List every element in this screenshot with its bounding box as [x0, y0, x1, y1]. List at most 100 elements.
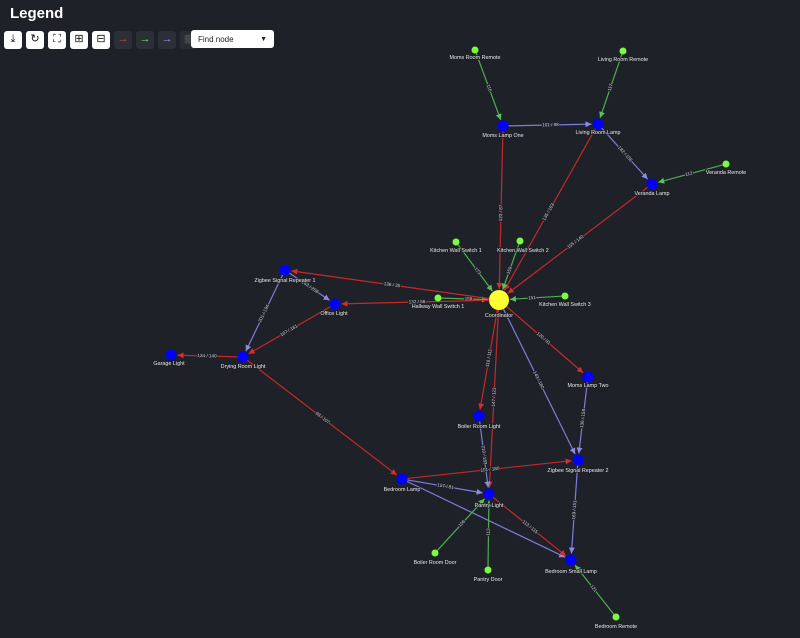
- link-label: 112: [685, 170, 694, 177]
- node-office-light[interactable]: Office Light: [320, 298, 349, 318]
- node-moms-room-remote[interactable]: Moms Room Remote: [449, 46, 501, 62]
- node-label: Veranda Remote: [706, 170, 746, 176]
- links-layer: 116 117 101 / 98 182 / 155 112 123 / 87 135 / …: [177, 53, 723, 615]
- node-circle[interactable]: [165, 349, 177, 361]
- node-circle[interactable]: [497, 120, 509, 132]
- node-label: Coordinator: [485, 313, 513, 319]
- nodes-layer: Coordinator Moms Room Remote Living Room R…: [153, 46, 747, 631]
- node-circle[interactable]: [279, 264, 291, 276]
- node-label: Living Room Lamp: [576, 130, 621, 136]
- node-label: Zigbee Signal Repeater 1: [254, 278, 315, 284]
- node-living-room-lamp[interactable]: Living Room Lamp: [575, 118, 621, 137]
- node-label: Living Room Remote: [598, 57, 648, 63]
- node-label: Kitchen Wall Switch 3: [539, 302, 591, 308]
- link-label: 117: [607, 83, 614, 92]
- link-label: 151: [528, 295, 536, 300]
- node-circle[interactable]: [396, 473, 408, 485]
- node-boiler-room-door[interactable]: Boiler Room Door: [413, 549, 457, 567]
- node-circle[interactable]: [237, 351, 249, 363]
- node-label: Kitchen Wall Switch 2: [497, 248, 549, 254]
- node-kitchen-wall-switch-2[interactable]: Kitchen Wall Switch 2: [496, 237, 550, 255]
- link-label: 135 / 183: [541, 202, 555, 222]
- node-drying-room-light[interactable]: Drying Room Light: [220, 351, 267, 371]
- node-moms-lamp-one[interactable]: Moms Lamp One: [482, 120, 524, 140]
- link-label: 123 / 87: [498, 204, 503, 221]
- node-bedroom-small-lamp[interactable]: Bedroom Small Lamp: [544, 554, 598, 576]
- node-circle[interactable]: [452, 238, 460, 246]
- link-label: 182 / 155: [617, 145, 634, 163]
- node-bedroom-lamp[interactable]: Bedroom Lamp: [383, 473, 421, 494]
- network-graph[interactable]: 116 117 101 / 98 182 / 155 112 123 / 87 135 / …: [0, 0, 800, 638]
- node-pantry-door[interactable]: Pantry Door: [473, 566, 503, 584]
- link-label: 167 / 161: [279, 323, 298, 337]
- node-bedroom-remote[interactable]: Bedroom Remote: [594, 613, 638, 631]
- node-kitchen-wall-switch-1[interactable]: Kitchen Wall Switch 1: [429, 238, 483, 255]
- link-label: 147 / 123: [491, 387, 497, 407]
- node-zigbee-repeater-1[interactable]: Zigbee Signal Repeater 1: [254, 264, 316, 285]
- node-circle[interactable]: [565, 554, 577, 566]
- node-circle[interactable]: [489, 290, 509, 310]
- node-label: Office Light: [320, 311, 348, 317]
- node-label: Pantry Door: [474, 577, 503, 583]
- node-moms-lamp-two[interactable]: Moms Lamp Two: [567, 371, 609, 390]
- node-label: Boiler Room Light: [458, 424, 501, 430]
- node-label: Moms Lamp Two: [568, 383, 609, 389]
- node-label: Garage Light: [153, 361, 185, 367]
- node-circle[interactable]: [473, 410, 485, 422]
- node-garage-light[interactable]: Garage Light: [153, 349, 186, 368]
- link-label: 159: [506, 266, 513, 275]
- node-label: Moms Lamp One: [482, 133, 523, 139]
- node-circle[interactable]: [646, 178, 658, 190]
- node-living-room-remote[interactable]: Living Room Remote: [597, 47, 649, 64]
- node-label: Hallway Wall Switch 1: [412, 304, 465, 310]
- link-label: 120 / 81: [536, 331, 552, 346]
- node-label: Moms Room Remote: [450, 55, 501, 61]
- node-label: Kitchen Wall Switch 1: [430, 248, 482, 254]
- node-circle[interactable]: [484, 566, 492, 574]
- node-circle[interactable]: [612, 613, 620, 621]
- link-label: 157 / 81: [437, 482, 455, 490]
- node-circle[interactable]: [434, 294, 442, 302]
- link-label: 210 / 183: [481, 445, 488, 465]
- node-circle[interactable]: [516, 237, 524, 245]
- node-circle[interactable]: [582, 371, 594, 383]
- link-label: 136 / 159: [579, 408, 586, 428]
- link-label: 113: [486, 528, 491, 536]
- node-label: Boiler Room Door: [414, 560, 457, 566]
- link-label: 143 / 180: [532, 370, 545, 390]
- node-circle[interactable]: [572, 454, 584, 466]
- node-coordinator[interactable]: Coordinator: [484, 290, 514, 320]
- node-boiler-room-light[interactable]: Boiler Room Light: [457, 410, 502, 431]
- node-kitchen-wall-switch-3[interactable]: Kitchen Wall Switch 3: [538, 292, 592, 309]
- link-label: 201 / 194: [257, 303, 270, 323]
- node-label: Bedroom Small Lamp: [545, 569, 597, 575]
- link-label: 116 / 111: [485, 348, 493, 367]
- link-label: 121: [589, 584, 598, 593]
- node-circle[interactable]: [471, 46, 479, 54]
- node-circle[interactable]: [619, 47, 627, 55]
- node-label: Drying Room Light: [221, 364, 266, 370]
- link-label: 134 / 140: [197, 353, 217, 359]
- node-label: Zigbee Signal Repeater 2: [547, 468, 608, 474]
- node-zigbee-repeater-2[interactable]: Zigbee Signal Repeater 2: [547, 454, 609, 475]
- node-circle[interactable]: [722, 160, 730, 168]
- link-label: 98 / 107: [315, 411, 332, 425]
- node-label: Bedroom Remote: [595, 624, 637, 630]
- link-label: 116: [486, 84, 493, 93]
- link-label: 101 / 180: [480, 466, 500, 473]
- node-pantry-light[interactable]: Pantry Light: [474, 488, 505, 510]
- link-label: 169 / 151: [571, 500, 577, 520]
- link-label: 101 / 98: [542, 122, 559, 127]
- node-label: Bedroom Lamp: [384, 487, 421, 493]
- node-label: Veranda Lamp: [634, 191, 669, 197]
- node-circle[interactable]: [592, 118, 604, 130]
- node-circle[interactable]: [329, 298, 341, 310]
- node-circle[interactable]: [431, 549, 439, 557]
- node-circle[interactable]: [561, 292, 569, 300]
- link-label: 173: [473, 266, 482, 275]
- link-label: 136 / 35: [383, 281, 401, 288]
- link-label: 113 / 115: [521, 519, 539, 535]
- link-label: 155 / 140: [566, 234, 585, 250]
- node-label: Pantry Light: [475, 503, 504, 509]
- node-circle[interactable]: [483, 488, 495, 500]
